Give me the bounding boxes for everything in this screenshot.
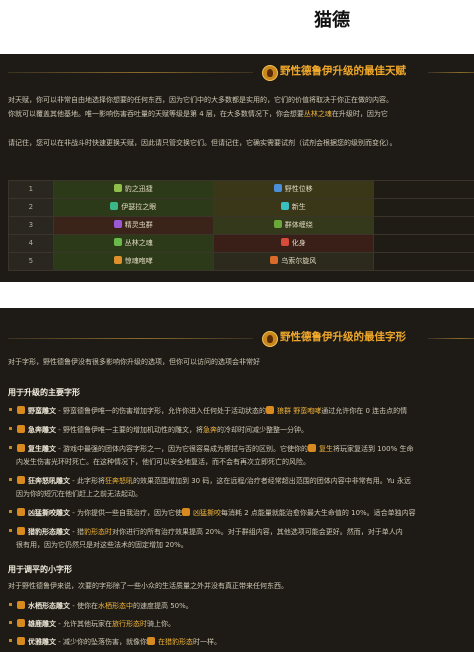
spell-icon xyxy=(181,508,190,516)
list-item: 优雅雕文 - 减少你的坠落伤害，就像你 在猎豹形态时一样。 xyxy=(9,636,474,649)
talent-cell[interactable]: 豹之迅捷 xyxy=(52,180,214,199)
talent-icon xyxy=(280,238,289,246)
table-row: 2 伊瑟拉之眼 新生 xyxy=(8,198,474,217)
druid-cat-icon xyxy=(262,65,278,81)
glyphs-intro: 对于字形，野性德鲁伊没有很多影响你升级的选项，但你可以访问的选项会非常好 xyxy=(8,358,260,366)
glyph-icon xyxy=(17,637,25,645)
talent-level: 5 xyxy=(8,252,54,271)
glyph-icon xyxy=(17,476,25,484)
list-item: 急奔雕文 - 野性德鲁伊唯一主要的增加机动性的雕文，将急奔的冷却时间减少整整一分… xyxy=(9,424,474,437)
list-item: 猎豹形态雕文 - 猎豹形态时对你进行的所有治疗效果提高 20%。对于群组内容，其… xyxy=(9,526,474,539)
glyph-icon xyxy=(17,527,25,535)
glyph-icon xyxy=(17,601,25,609)
talent-cell[interactable]: 野性位移 xyxy=(212,180,374,199)
table-row: 5 惊魂咆哮 乌索尔旋风 xyxy=(8,252,474,271)
glyph-icon xyxy=(17,406,25,414)
druid-cat-icon xyxy=(262,331,278,347)
talent-icon xyxy=(113,184,122,192)
talents-table: 1 豹之迅捷 野性位移 2 伊瑟拉之眼 新生 3 精灵虫群 群体缠绕 4 丛林之… xyxy=(8,180,474,271)
list-item: 狂奔怒吼雕文 - 此字形将狂奔怒吼的效果范围增加到 30 码，这在远程/治疗者经… xyxy=(9,475,474,488)
glyph-icon xyxy=(17,508,25,516)
list-item: 凶猛撕咬雕文 - 为你提供一些自我治疗，因为它使 凶猛撕咬每消耗 2 点能量就能治… xyxy=(9,507,474,520)
soul-of-forest-link[interactable]: 丛林之魂 xyxy=(304,110,332,118)
talent-level: 1 xyxy=(8,180,54,199)
spell-icon xyxy=(146,637,155,645)
spell-icon xyxy=(307,444,316,452)
glyph-icon xyxy=(17,444,25,452)
list-item: 复生雕文 - 游戏中最强的团体内容字形之一，因为它很容易成为擦拭与否的区别。它使… xyxy=(9,443,474,456)
glyph-icon xyxy=(17,619,25,627)
talent-level: 4 xyxy=(8,234,54,253)
talent-icon xyxy=(113,256,122,264)
talent-icon xyxy=(280,202,289,210)
talent-cell[interactable]: 惊魂咆哮 xyxy=(52,252,214,271)
talent-level: 2 xyxy=(8,198,54,217)
talents-heading: 野性德鲁伊升级的最佳天赋 xyxy=(280,65,406,77)
major-glyphs-heading: 用于升级的主要字形 xyxy=(8,388,80,397)
talents-intro-line-2: 你就可以覆盖其他基地。唯一影响伤害吞吐量的天赋等级是第 4 层，在大多数情况下，… xyxy=(8,110,388,118)
minor-glyphs-heading: 用于调平的小字形 xyxy=(8,565,72,574)
talent-cell[interactable]: 乌索尔旋风 xyxy=(212,252,374,271)
list-item-continuation: 因为你的短冗在他们赶上之前无法起动。 xyxy=(16,490,142,498)
talent-cell[interactable]: 化身 xyxy=(212,234,374,253)
list-item-continuation: 很有用，因为它仍然只是对这些法术的固定增加 20%。 xyxy=(16,541,188,549)
talent-icon xyxy=(113,220,122,228)
talent-cell[interactable]: 丛林之魂 xyxy=(52,234,214,253)
glyphs-heading: 野性德鲁伊升级的最佳字形 xyxy=(280,331,406,343)
glyphs-heading-bar: 野性德鲁伊升级的最佳字形 xyxy=(8,328,474,350)
glyphs-panel: 野性德鲁伊升级的最佳字形 对于字形，野性德鲁伊没有很多影响你升级的选项，但你可以… xyxy=(0,308,474,652)
talents-panel: 野性德鲁伊升级的最佳天赋 对天赋，你可以非常自由地选择你想要的任何东西，因为它们… xyxy=(0,54,474,282)
table-row: 3 精灵虫群 群体缠绕 xyxy=(8,216,474,235)
list-item: 雄鹿雕文 - 允许其他玩家在旅行形态时骑上你。 xyxy=(9,618,474,631)
list-item: 水栖形态雕文 - 使你在水栖形态中的速度提高 50%。 xyxy=(9,600,474,613)
talent-icon xyxy=(273,220,282,228)
spell-icon xyxy=(265,406,274,414)
list-item-continuation: 内发生伤害光环时死亡。在这种情况下，他们可以安全地复活，而不会有再次立即死亡的风… xyxy=(16,458,310,466)
talents-heading-bar: 野性德鲁伊升级的最佳天赋 xyxy=(8,62,474,84)
talent-icon xyxy=(270,256,279,264)
talent-icon xyxy=(273,184,282,192)
talent-cell[interactable]: 精灵虫群 xyxy=(52,216,214,235)
talent-level: 3 xyxy=(8,216,54,235)
talent-icon xyxy=(110,202,119,210)
talent-cell[interactable]: 伊瑟拉之眼 xyxy=(52,198,214,217)
glyph-icon xyxy=(17,425,25,433)
talents-intro-line-2-text: 你就可以覆盖其他基地。唯一影响伤害吞吐量的天赋等级是第 4 层，在大多数情况下，… xyxy=(8,110,304,118)
talent-cell[interactable]: 群体缠绕 xyxy=(212,216,374,235)
page-title: 猫德 xyxy=(314,10,350,31)
list-item: 野蛮雕文 - 野蛮德鲁伊唯一的伤害增加字形，允许你进入任何处于活动状态的 狼群 野… xyxy=(9,405,474,418)
table-row: 1 豹之迅捷 野性位移 xyxy=(8,180,474,199)
talent-cell[interactable]: 新生 xyxy=(212,198,374,217)
talents-note: 请记住，您可以在非战斗时快速更换天赋，因此请只管交换它们。但请记住，它确实需要试… xyxy=(8,139,397,147)
table-row: 4 丛林之魂 化身 xyxy=(8,234,474,253)
minor-glyphs-intro: 对于野性德鲁伊来说，次要的字形除了一些小众的生活质量之外并没有真正带来任何东西。 xyxy=(8,582,288,590)
talent-icon xyxy=(113,238,122,246)
talents-intro-line-1: 对天赋，你可以非常自由地选择你想要的任何东西，因为它们中的大多数都是实用的，它们… xyxy=(8,96,393,104)
